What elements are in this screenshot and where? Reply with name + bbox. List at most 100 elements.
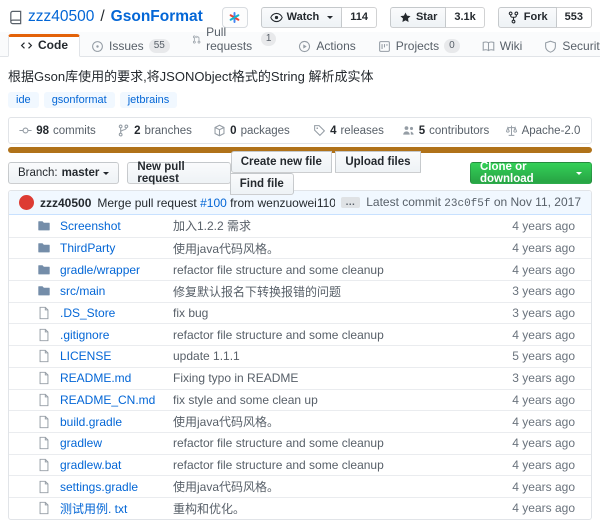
package-icon xyxy=(213,124,226,137)
topic-tag-gsonformat[interactable]: gsonformat xyxy=(44,92,115,108)
law-icon xyxy=(505,124,518,137)
star-count[interactable]: 3.1k xyxy=(446,7,484,28)
upload-files-button[interactable]: Upload files xyxy=(335,151,420,173)
tab-projects[interactable]: Projects0 xyxy=(367,36,471,57)
file-name-link[interactable]: README.md xyxy=(60,371,173,385)
stat-contributors[interactable]: 5contributors xyxy=(397,118,494,143)
toolbar-right: Create new file Upload files Find file C… xyxy=(231,151,592,195)
file-row: gradlew.batrefactor file structure and s… xyxy=(9,454,591,476)
file-row: .DS_Storefix bug3 years ago xyxy=(9,302,591,324)
file-commit-message-link[interactable]: 使用java代码风格。 xyxy=(173,240,512,257)
tab-issues[interactable]: Issues55 xyxy=(80,36,181,57)
stat-apache-2-0[interactable]: Apache-2.0 xyxy=(494,118,591,143)
file-icon xyxy=(37,458,51,472)
repo-icon xyxy=(8,10,23,25)
file-commit-message-link[interactable]: 加入1.2.2 需求 xyxy=(173,217,512,234)
file-name-link[interactable]: gradle/wrapper xyxy=(60,263,173,277)
file-commit-message-link[interactable]: fix style and some clean up xyxy=(173,393,512,407)
chevron-down-icon xyxy=(327,16,333,22)
file-name-link[interactable]: gradlew.bat xyxy=(60,458,173,472)
tab-count-badge: 1 xyxy=(261,32,277,46)
file-commit-message-link[interactable]: 使用java代码风格。 xyxy=(173,478,512,495)
star-button[interactable]: Star xyxy=(390,7,446,28)
file-name-link[interactable]: build.gradle xyxy=(60,415,173,429)
folder-icon xyxy=(37,219,51,233)
file-commit-message-link[interactable]: refactor file structure and some cleanup xyxy=(173,328,512,342)
stat-branches[interactable]: 2branches xyxy=(106,118,203,143)
repo-owner-link[interactable]: zzz40500 xyxy=(28,8,94,26)
file-name-link[interactable]: src/main xyxy=(60,284,173,298)
commit-ellipsis-button[interactable]: … xyxy=(341,197,360,208)
repo-separator: / xyxy=(100,8,104,26)
tab-actions[interactable]: Actions xyxy=(287,36,366,57)
file-commit-message-link[interactable]: Fixing typo in README xyxy=(173,371,512,385)
file-commit-message-link[interactable]: refactor file structure and some cleanup xyxy=(173,263,512,277)
tab-pull-requests[interactable]: Pull requests1 xyxy=(181,22,288,57)
file-commit-message-link[interactable]: refactor file structure and some cleanup xyxy=(173,436,512,450)
watch-count[interactable]: 114 xyxy=(342,7,377,28)
folder-icon xyxy=(37,284,51,298)
create-new-file-button[interactable]: Create new file xyxy=(231,151,332,173)
tab-security[interactable]: Security xyxy=(533,36,600,57)
find-file-button[interactable]: Find file xyxy=(230,173,294,195)
file-name-link[interactable]: settings.gradle xyxy=(60,480,173,494)
file-name-link[interactable]: LICENSE xyxy=(60,349,173,363)
file-row: ThirdParty使用java代码风格。4 years ago xyxy=(9,237,591,259)
file-name-link[interactable]: 测试用例. txt xyxy=(60,500,173,517)
tab-label: Security xyxy=(562,39,600,53)
file-name-link[interactable]: ThirdParty xyxy=(60,241,173,255)
commit-sha-link[interactable]: 23c0f5f xyxy=(444,198,490,210)
stat-number: 4 xyxy=(330,125,336,137)
repo-description: 根据Gson库使用的要求,将JSONObject格式的String 解析成实体 xyxy=(8,66,592,85)
file-age: 3 years ago xyxy=(512,306,575,320)
tab-wiki[interactable]: Wiki xyxy=(471,36,534,57)
commit-author-avatar[interactable] xyxy=(19,195,34,210)
file-name-link[interactable]: gradlew xyxy=(60,436,173,450)
pr-number-link[interactable]: #100 xyxy=(200,196,227,210)
file-name-link[interactable]: .DS_Store xyxy=(60,306,173,320)
file-name-link[interactable]: README_CN.md xyxy=(60,393,173,407)
stat-commits[interactable]: 98commits xyxy=(9,118,106,143)
stat-releases[interactable]: 4releases xyxy=(300,118,397,143)
file-age: 4 years ago xyxy=(512,219,575,233)
file-icon xyxy=(37,328,51,342)
file-name-link[interactable]: Screenshot xyxy=(60,219,173,233)
file-age: 3 years ago xyxy=(512,371,575,385)
topic-tag-jetbrains[interactable]: jetbrains xyxy=(120,92,178,108)
git-pull-request-icon xyxy=(192,33,201,46)
people-icon xyxy=(402,124,415,137)
file-commit-message-link[interactable]: refactor file structure and some cleanup xyxy=(173,458,512,472)
tab-label: Projects xyxy=(396,39,439,53)
tab-code[interactable]: Code xyxy=(8,34,80,57)
file-name-link[interactable]: .gitignore xyxy=(60,328,173,342)
fork-count[interactable]: 553 xyxy=(557,7,592,28)
stat-packages[interactable]: 0packages xyxy=(203,118,300,143)
file-row: LICENSEupdate 1.1.15 years ago xyxy=(9,345,591,367)
commit-author-link[interactable]: zzz40500 xyxy=(40,196,91,210)
file-commit-message-link[interactable]: 修复默认报名下转换报错的问题 xyxy=(173,283,512,300)
file-commit-message-link[interactable]: fix bug xyxy=(173,306,512,320)
commit-message[interactable]: Merge pull request #100 from wenzuowei11… xyxy=(97,196,335,210)
clone-label: Clone or download xyxy=(480,161,572,185)
tag-icon xyxy=(313,124,326,137)
stat-number: 5 xyxy=(419,125,425,137)
tab-label: Code xyxy=(38,38,68,52)
new-pull-request-button[interactable]: New pull request xyxy=(127,162,230,184)
latest-commit-info: Latest commit 23c0f5f on Nov 11, 2017 xyxy=(366,195,581,210)
file-browser: zzz40500 Merge pull request #100 from we… xyxy=(8,190,592,520)
file-commit-message-link[interactable]: 使用java代码风格。 xyxy=(173,413,512,430)
file-list: Screenshot加入1.2.2 需求4 years agoThirdPart… xyxy=(9,215,591,519)
chevron-down-icon xyxy=(103,172,109,178)
file-age: 4 years ago xyxy=(512,241,575,255)
clone-or-download-button[interactable]: Clone or download xyxy=(470,162,592,184)
file-age: 4 years ago xyxy=(512,328,575,342)
file-commit-message-link[interactable]: update 1.1.1 xyxy=(173,349,512,363)
topic-tag-ide[interactable]: ide xyxy=(8,92,39,108)
branch-select-button[interactable]: Branch: master xyxy=(8,162,119,184)
fork-button-group: Fork 553 xyxy=(498,7,592,28)
file-commit-message-link[interactable]: 重构和优化。 xyxy=(173,500,512,517)
commit-message-suffix: from wenzuowei110/fix_default_package_io… xyxy=(227,196,335,210)
stat-label: branches xyxy=(145,125,192,137)
fork-button[interactable]: Fork xyxy=(498,7,557,28)
file-age: 4 years ago xyxy=(512,458,575,472)
